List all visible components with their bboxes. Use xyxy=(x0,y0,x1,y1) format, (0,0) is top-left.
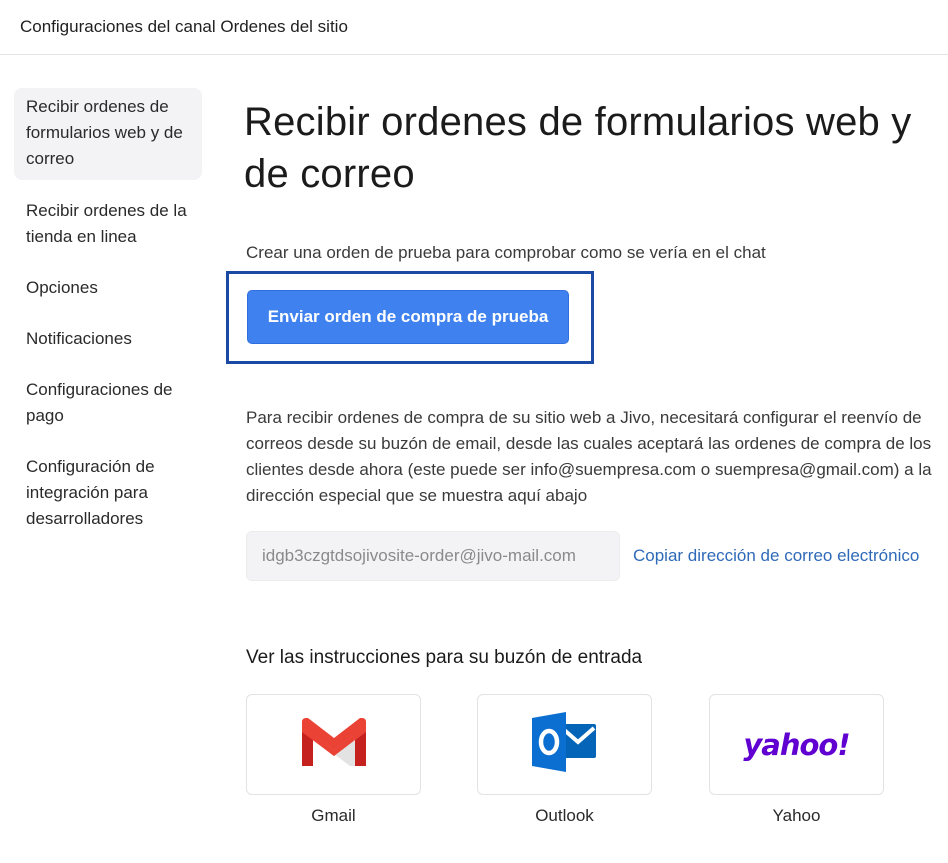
copy-email-link[interactable]: Copiar dirección de correo electrónico xyxy=(633,546,919,566)
sidebar-item-developers[interactable]: Configuración de integración para desarr… xyxy=(14,448,202,539)
sidebar-item-online-store[interactable]: Recibir ordenes de la tienda en linea xyxy=(14,192,202,257)
gmail-icon xyxy=(300,716,368,773)
page-title: Recibir ordenes de formularios web y de … xyxy=(244,100,912,196)
send-test-order-button[interactable]: Enviar orden de compra de prueba xyxy=(247,290,569,344)
provider-yahoo[interactable]: yahoo! Yahoo xyxy=(709,694,884,826)
yahoo-icon: yahoo! xyxy=(743,727,850,762)
instructions-heading: Ver las instrucciones para su buzón de e… xyxy=(246,647,643,668)
provider-yahoo-label: Yahoo xyxy=(772,806,821,825)
provider-outlook-card[interactable] xyxy=(477,694,652,795)
sidebar-item-options[interactable]: Opciones xyxy=(14,269,202,308)
outlook-icon xyxy=(530,710,600,779)
test-order-hint: Crear una orden de prueba para comprobar… xyxy=(246,243,766,262)
provider-gmail-label: Gmail xyxy=(311,806,356,825)
forwarding-email-field[interactable] xyxy=(246,531,620,581)
sidebar: Recibir ordenes de formularios web y de … xyxy=(14,88,202,551)
sidebar-item-notifications[interactable]: Notificaciones xyxy=(14,320,202,359)
provider-outlook-label: Outlook xyxy=(535,806,594,825)
sidebar-item-payment[interactable]: Configuraciones de pago xyxy=(14,371,202,436)
provider-outlook[interactable]: Outlook xyxy=(477,694,652,826)
provider-yahoo-card[interactable]: yahoo! xyxy=(709,694,884,795)
header-title: Configuraciones del canal Ordenes del si… xyxy=(20,17,348,36)
page-header: Configuraciones del canal Ordenes del si… xyxy=(0,0,948,55)
provider-gmail-card[interactable] xyxy=(246,694,421,795)
sidebar-item-web-forms[interactable]: Recibir ordenes de formularios web y de … xyxy=(14,88,202,180)
provider-gmail[interactable]: Gmail xyxy=(246,694,421,826)
forwarding-description: Para recibir ordenes de compra de su sit… xyxy=(246,408,932,505)
